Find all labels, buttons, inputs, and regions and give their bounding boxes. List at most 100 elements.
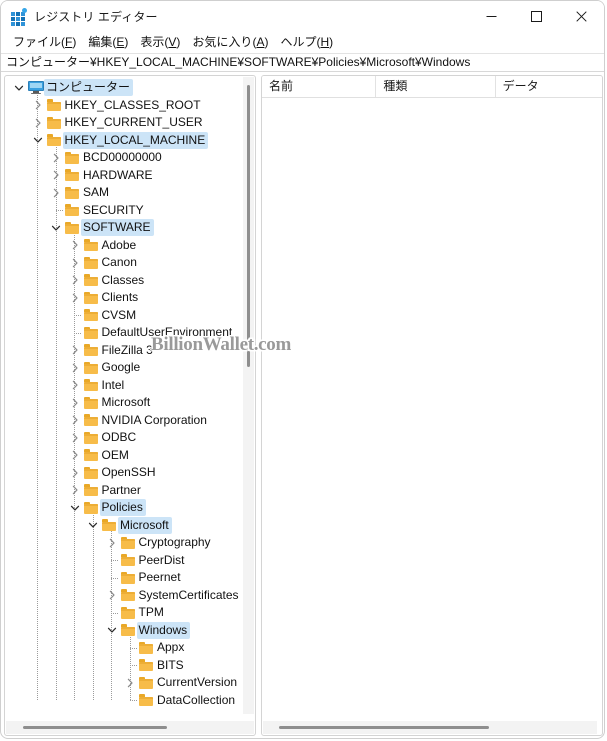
tree-node-label[interactable]: Intel bbox=[100, 377, 128, 394]
tree-node-label[interactable]: SOFTWARE bbox=[81, 219, 154, 237]
tree-node-label[interactable]: DataCollection bbox=[155, 692, 238, 709]
tree-node[interactable]: SystemCertificates bbox=[5, 587, 255, 605]
tree-node-label[interactable]: OEM bbox=[100, 447, 132, 464]
tree-node[interactable]: HKEY_CLASSES_ROOT bbox=[5, 97, 255, 115]
tree-node[interactable]: OpenSSH bbox=[5, 464, 255, 482]
tree-node[interactable]: Appx bbox=[5, 639, 255, 657]
tree-node[interactable]: Google bbox=[5, 359, 255, 377]
chevron-right-icon[interactable] bbox=[68, 254, 82, 271]
tree-node[interactable]: CurrentVersion bbox=[5, 674, 255, 692]
tree-node[interactable]: DataCollection bbox=[5, 692, 255, 710]
tree-node-label[interactable]: Adobe bbox=[100, 237, 140, 254]
tree-node-label[interactable]: Google bbox=[100, 359, 144, 376]
tree-node[interactable]: Adobe bbox=[5, 237, 255, 255]
chevron-down-icon[interactable] bbox=[86, 517, 100, 534]
close-button[interactable] bbox=[559, 1, 604, 32]
menu-file[interactable]: ファイル(F) bbox=[7, 32, 82, 53]
chevron-right-icon[interactable] bbox=[49, 149, 63, 166]
tree-node[interactable]: SECURITY bbox=[5, 202, 255, 220]
menu-help[interactable]: ヘルプ(H) bbox=[274, 32, 339, 53]
tree-node-label[interactable]: Cryptography bbox=[137, 534, 214, 551]
tree-node-label[interactable]: FileZilla 3 bbox=[100, 342, 156, 359]
tree-node[interactable]: Partner bbox=[5, 482, 255, 500]
tree-node-label[interactable]: OpenSSH bbox=[100, 464, 159, 481]
tree-node-label[interactable]: SystemCertificates bbox=[137, 587, 242, 604]
chevron-right-icon[interactable] bbox=[68, 237, 82, 254]
menu-favorites[interactable]: お気に入り(A) bbox=[186, 32, 274, 53]
tree-node[interactable]: HARDWARE bbox=[5, 167, 255, 185]
tree-node-label[interactable]: NVIDIA Corporation bbox=[100, 412, 210, 429]
tree-node[interactable]: Windows bbox=[5, 621, 255, 640]
tree-node[interactable]: Microsoft bbox=[5, 394, 255, 412]
chevron-down-icon[interactable] bbox=[105, 622, 119, 639]
chevron-right-icon[interactable] bbox=[105, 587, 119, 604]
tree-vertical-scroll-thumb[interactable] bbox=[247, 85, 250, 367]
chevron-right-icon[interactable] bbox=[68, 464, 82, 481]
tree-node-label[interactable]: Peernet bbox=[137, 569, 184, 586]
tree-node-label[interactable]: PeerDist bbox=[137, 552, 188, 569]
chevron-right-icon[interactable] bbox=[68, 394, 82, 411]
chevron-right-icon[interactable] bbox=[68, 482, 82, 499]
tree-node-label[interactable]: Policies bbox=[99, 499, 146, 517]
values-list[interactable] bbox=[262, 98, 602, 721]
tree-node-label[interactable]: BITS bbox=[155, 657, 187, 674]
chevron-right-icon[interactable] bbox=[68, 447, 82, 464]
address-bar[interactable]: コンピューター¥HKEY_LOCAL_MACHINE¥SOFTWARE¥Poli… bbox=[1, 53, 604, 72]
tree-node-label[interactable]: DefaultUserEnvironment bbox=[100, 324, 236, 341]
menu-edit[interactable]: 編集(E) bbox=[82, 32, 134, 53]
chevron-down-icon[interactable] bbox=[12, 79, 26, 96]
chevron-right-icon[interactable] bbox=[123, 674, 137, 691]
tree-node[interactable]: HKEY_LOCAL_MACHINE bbox=[5, 131, 255, 150]
tree-node[interactable]: TPM bbox=[5, 604, 255, 622]
menu-view[interactable]: 表示(V) bbox=[134, 32, 186, 53]
chevron-right-icon[interactable] bbox=[31, 97, 45, 114]
tree-node[interactable]: FileZilla 3 bbox=[5, 342, 255, 360]
chevron-right-icon[interactable] bbox=[68, 342, 82, 359]
tree-node[interactable]: Peernet bbox=[5, 569, 255, 587]
tree-node[interactable]: DefaultUserEnvironment bbox=[5, 324, 255, 342]
values-horizontal-scrollbar[interactable] bbox=[263, 721, 597, 734]
tree-node-label[interactable]: BCD00000000 bbox=[81, 149, 165, 166]
tree-node[interactable]: Cryptography bbox=[5, 534, 255, 552]
maximize-button[interactable] bbox=[514, 1, 559, 32]
tree-node-label[interactable]: Partner bbox=[100, 482, 144, 499]
tree-node[interactable]: Microsoft bbox=[5, 516, 255, 535]
tree-node[interactable]: Clients bbox=[5, 289, 255, 307]
tree-node-label[interactable]: Classes bbox=[100, 272, 148, 289]
tree-node[interactable]: ODBC bbox=[5, 429, 255, 447]
tree-node[interactable]: Policies bbox=[5, 499, 255, 517]
tree-node-label[interactable]: CurrentVersion bbox=[155, 674, 240, 691]
chevron-right-icon[interactable] bbox=[105, 534, 119, 551]
tree-node-label[interactable]: TPM bbox=[137, 604, 167, 621]
chevron-right-icon[interactable] bbox=[68, 377, 82, 394]
chevron-right-icon[interactable] bbox=[68, 412, 82, 429]
tree-vertical-scrollbar[interactable] bbox=[243, 77, 254, 714]
chevron-down-icon[interactable] bbox=[49, 219, 63, 236]
tree-horizontal-scrollbar[interactable] bbox=[6, 721, 254, 734]
column-data[interactable]: データ bbox=[496, 76, 602, 97]
tree-node[interactable]: BITS bbox=[5, 657, 255, 675]
minimize-button[interactable] bbox=[469, 1, 514, 32]
tree-node[interactable]: NVIDIA Corporation bbox=[5, 412, 255, 430]
tree-node-label[interactable]: SECURITY bbox=[81, 202, 147, 219]
chevron-down-icon[interactable] bbox=[31, 132, 45, 149]
chevron-right-icon[interactable] bbox=[49, 184, 63, 201]
tree-node-label[interactable]: コンピューター bbox=[44, 79, 134, 97]
tree-node-label[interactable]: Windows bbox=[136, 621, 191, 639]
registry-tree[interactable]: コンピューター HKEY_CLASSES_ROOT HKEY_CURRENT_USE… bbox=[5, 76, 255, 713]
chevron-right-icon[interactable] bbox=[49, 167, 63, 184]
tree-node-label[interactable]: HKEY_CURRENT_USER bbox=[63, 114, 206, 131]
chevron-right-icon[interactable] bbox=[68, 272, 82, 289]
tree-node-label[interactable]: HKEY_CLASSES_ROOT bbox=[63, 97, 204, 114]
tree-horizontal-scroll-thumb[interactable] bbox=[23, 726, 167, 729]
column-type[interactable]: 種類 bbox=[376, 76, 496, 97]
tree-node[interactable]: Intel bbox=[5, 377, 255, 395]
tree-node-label[interactable]: HKEY_LOCAL_MACHINE bbox=[62, 131, 209, 149]
tree-node[interactable]: SAM bbox=[5, 184, 255, 202]
tree-node[interactable]: コンピューター bbox=[5, 79, 255, 97]
chevron-down-icon[interactable] bbox=[68, 499, 82, 516]
chevron-right-icon[interactable] bbox=[31, 114, 45, 131]
tree-node-label[interactable]: Canon bbox=[100, 254, 140, 271]
tree-node-label[interactable]: Appx bbox=[155, 639, 187, 656]
chevron-right-icon[interactable] bbox=[68, 289, 82, 306]
